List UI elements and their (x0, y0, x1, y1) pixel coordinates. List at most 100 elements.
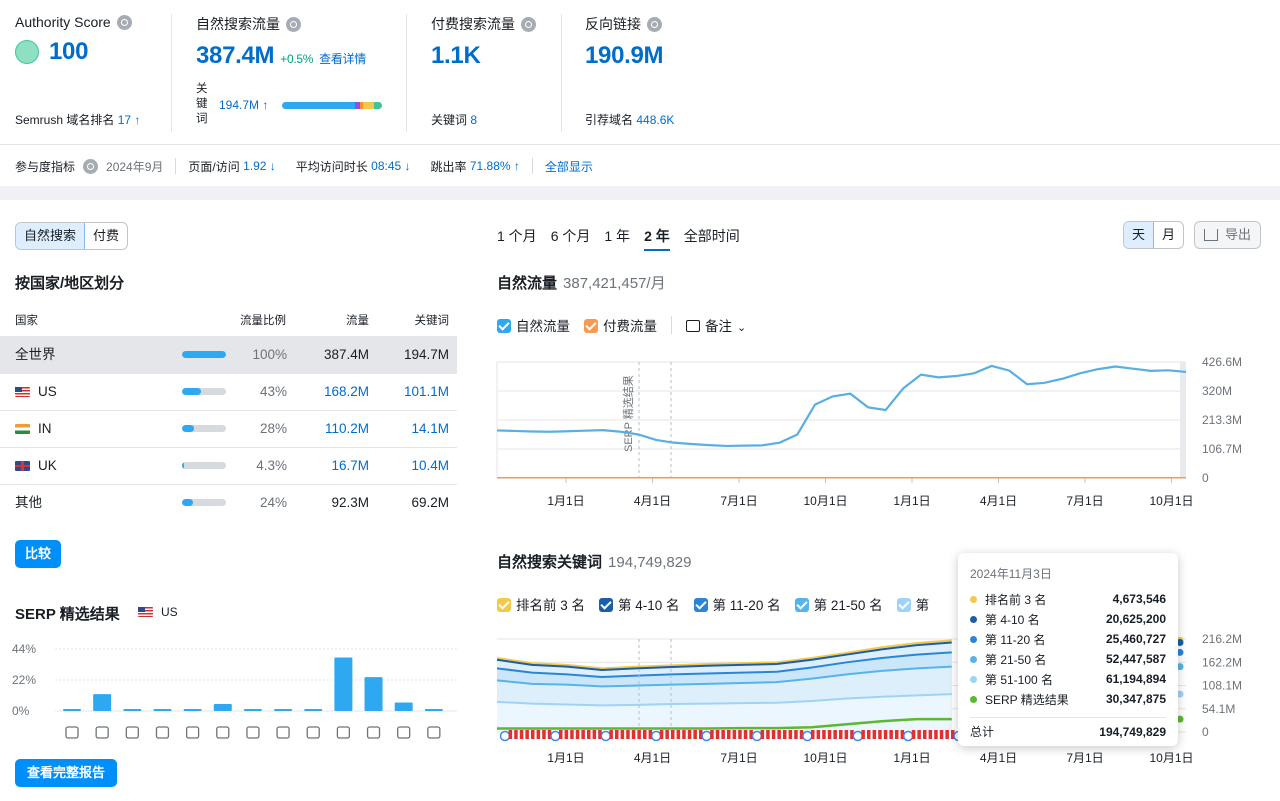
keywords-value[interactable]: 101.1M (404, 374, 449, 410)
serp-marker (883, 730, 888, 739)
period-tab[interactable]: 1 个月 (497, 226, 537, 251)
table-row[interactable]: UK 4.3% 16.7M 10.4M (0, 447, 457, 484)
table-row[interactable]: 全世界 100% 387.4M 194.7M (0, 336, 457, 373)
share-value: 43% (259, 384, 287, 399)
country-name: UK (15, 448, 57, 484)
referring-domains-value[interactable]: 448.6K (636, 113, 674, 127)
table-row[interactable]: US 43% 168.2M 101.1M (0, 373, 457, 410)
x-tick-label: 4月1日 (980, 494, 1017, 508)
serp-marker (878, 730, 882, 739)
info-icon[interactable] (116, 14, 132, 30)
tooltip-label: 第 51-100 名 (985, 672, 1054, 687)
legend-organic[interactable]: 自然流量 (497, 315, 570, 335)
serp-marker (665, 730, 669, 739)
traffic-total: 387,421,457/月 (563, 275, 666, 292)
y-tick-label: 162.2M (1202, 655, 1242, 669)
organic-traffic-chart: 426.6M 320M 213.3M 106.7M 0 1月1日 4月1日 7月1日 10月1日… (496, 355, 1242, 508)
x-tick-label: 7月1日 (720, 494, 757, 508)
traffic-value: 387.4M (323, 347, 369, 362)
compare-button[interactable]: 比较 (15, 540, 61, 568)
tooltip-row: 第 21-50 名 52,447,587 (970, 649, 1166, 669)
tab-paid[interactable]: 付费 (85, 223, 127, 249)
export-label: 导出 (1225, 227, 1252, 242)
serp-marker (923, 730, 927, 739)
organic-keywords-value[interactable]: 194.7M ↑ (219, 98, 268, 112)
serp-marker (570, 730, 574, 739)
serp-marker (536, 730, 541, 739)
paid-value[interactable]: 1.1K (431, 42, 561, 70)
serp-marker (911, 730, 916, 739)
legend-label: 第 21-50 名 (813, 598, 883, 613)
table-row[interactable]: 其他 24% 92.3M 69.2M (0, 484, 457, 521)
legend-item[interactable]: 第 11-20 名 (693, 594, 781, 614)
month-button[interactable]: 月 (1154, 222, 1183, 248)
info-icon[interactable] (521, 16, 536, 32)
backlinks-value[interactable]: 190.9M (585, 42, 735, 70)
serp-marker (811, 730, 815, 739)
semrush-rank-value[interactable]: 17 ↑ (118, 113, 141, 127)
country-table: 国家 流量比例 流量 关键词 全世界 100% 387.4M 194.7M US … (0, 308, 457, 521)
country-name: 其他 (15, 495, 42, 510)
serp-marker (508, 730, 513, 739)
avg-duration-value: 08:45 ↓ (371, 159, 411, 173)
serp-marker (939, 730, 944, 739)
legend-paid[interactable]: 付费流量 (584, 315, 657, 335)
legend-item[interactable]: 排名前 3 名 (497, 594, 585, 614)
col-traffic: 流量 (346, 315, 369, 327)
serp-marker (727, 730, 731, 739)
notes-dropdown[interactable]: 备注 ⌄ (686, 315, 746, 335)
tooltip-value: 61,194,894 (1105, 672, 1166, 686)
us-flag-icon (15, 387, 30, 397)
country-name: 全世界 (15, 347, 56, 362)
period-tab[interactable]: 2 年 (644, 226, 670, 251)
table-row[interactable]: IN 28% 110.2M 14.1M (0, 410, 457, 447)
serp-marker (710, 730, 714, 739)
tooltip-label: 排名前 3 名 (985, 592, 1047, 607)
period-tab[interactable]: 全部时间 (684, 226, 740, 251)
traffic-value[interactable]: 168.2M (324, 374, 369, 410)
paid-keywords-value[interactable]: 8 (470, 113, 477, 127)
google-icon (751, 730, 763, 742)
keywords-value[interactable]: 14.1M (411, 411, 449, 447)
info-icon[interactable] (83, 158, 99, 174)
share-bar (182, 388, 226, 395)
share-bar (182, 351, 226, 358)
serp-marker (867, 730, 871, 739)
period-tab[interactable]: 6 个月 (551, 226, 591, 251)
google-icon (852, 730, 864, 742)
share-bar (182, 499, 226, 506)
legend-item[interactable]: 第 21-50 名 (794, 594, 883, 614)
kw-total: 194,749,829 (608, 554, 692, 571)
bounce-rate-label: 跳出率 (430, 159, 467, 174)
serp-marker (609, 730, 613, 739)
tab-organic[interactable]: 自然搜索 (16, 223, 86, 249)
share-bar (182, 425, 226, 432)
y-tick-label: 44% (12, 642, 36, 656)
info-icon[interactable] (286, 16, 301, 32)
authority-value[interactable]: 100 (49, 38, 88, 66)
info-icon[interactable] (647, 16, 662, 32)
keywords-value[interactable]: 10.4M (411, 448, 449, 484)
tooltip-row: SERP 精选结果 30,347,875 (970, 689, 1166, 709)
organic-value[interactable]: 387.4M (196, 42, 275, 70)
x-tick-label: 7月1日 (1066, 494, 1103, 508)
comment-icon (686, 320, 700, 332)
period-tab[interactable]: 1 年 (604, 226, 630, 251)
legend-item[interactable]: 第 (896, 594, 930, 614)
legend-item[interactable]: 第 4-10 名 (599, 594, 680, 614)
bar (213, 703, 232, 711)
view-full-report-button[interactable]: 查看完整报告 (15, 759, 117, 787)
legend-label: 第 (915, 598, 930, 613)
details-link[interactable]: 查看详情 (319, 50, 366, 67)
export-button[interactable]: 导出 (1194, 221, 1261, 249)
google-icon (902, 730, 914, 742)
traffic-value[interactable]: 110.2M (325, 411, 369, 447)
tooltip-row: 第 11-20 名 25,460,727 (970, 629, 1166, 649)
series-dot-icon (970, 675, 977, 683)
traffic-value[interactable]: 16.7M (331, 448, 369, 484)
bar (123, 709, 142, 711)
show-all-link[interactable]: 全部显示 (545, 158, 593, 175)
day-button[interactable]: 天 (1124, 222, 1155, 248)
serp-feature-icon (95, 726, 109, 739)
x-tick-label: 10月1日 (1149, 494, 1193, 508)
